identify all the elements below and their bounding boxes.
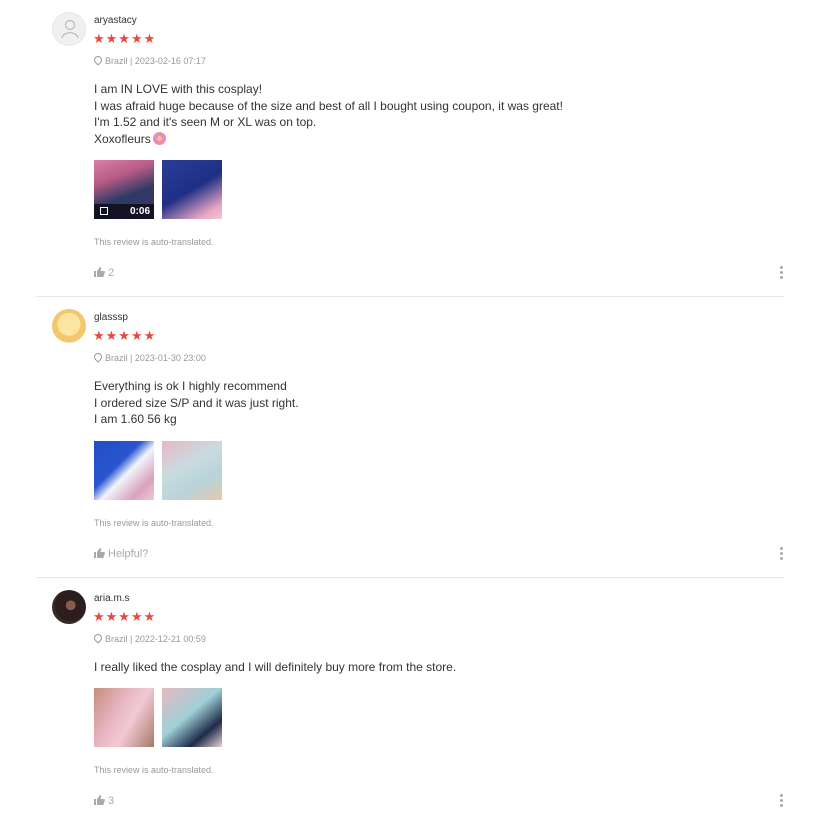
location-pin-icon [92,632,104,644]
review-meta: Brazil | 2022-12-21 00:59 [92,632,206,644]
review-photo[interactable] [162,441,222,500]
review-photo[interactable] [94,688,154,747]
more-options-icon[interactable] [779,266,785,281]
review-meta: Brazil | 2023-01-30 23:00 [92,351,206,363]
video-camera-icon [100,207,108,215]
review-text: I really liked the cosplay and I will de… [94,660,457,674]
star-rating: ★★★★★ [93,31,157,46]
review-video-thumbnail[interactable]: 0:06 [94,160,154,219]
review-photo[interactable] [162,688,222,747]
star-rating: ★★★★★ [93,328,157,343]
reviewer-name: glasssp [94,312,128,323]
star-rating: ★★★★★ [93,609,157,624]
thumbs-up-icon [94,795,105,805]
auto-translated-note: This review is auto-translated. [94,765,214,775]
avatar[interactable] [52,309,86,343]
auto-translated-note: This review is auto-translated. [94,237,214,247]
reviewer-name: aria.m.s [94,593,130,604]
location-pin-icon [92,54,104,66]
location-pin-icon [92,351,104,363]
review-text: I am IN LOVE with this cosplay! I was af… [94,82,563,146]
video-bar: 0:06 [94,204,154,219]
auto-translated-note: This review is auto-translated. [94,518,214,528]
thumbs-up-icon [94,267,105,277]
more-options-icon[interactable] [779,547,785,562]
avatar[interactable] [52,590,86,624]
helpful-button[interactable]: Helpful? [94,548,148,560]
flower-emoji-icon [152,131,166,145]
thumbs-up-icon [94,548,105,558]
helpful-button[interactable]: 2 [94,267,114,279]
more-options-icon[interactable] [779,794,785,809]
reviewer-name: aryastacy [94,15,137,26]
review-meta: Brazil | 2023-02-16 07:17 [92,54,206,66]
helpful-button[interactable]: 3 [94,795,114,807]
review-text: Everything is ok I highly recommend I or… [94,379,299,427]
user-icon [61,19,79,39]
avatar[interactable] [52,12,86,46]
video-duration: 0:06 [129,206,150,217]
review-photo[interactable] [162,160,222,219]
divider [36,296,784,297]
divider [36,577,784,578]
review-photo[interactable] [94,441,154,500]
